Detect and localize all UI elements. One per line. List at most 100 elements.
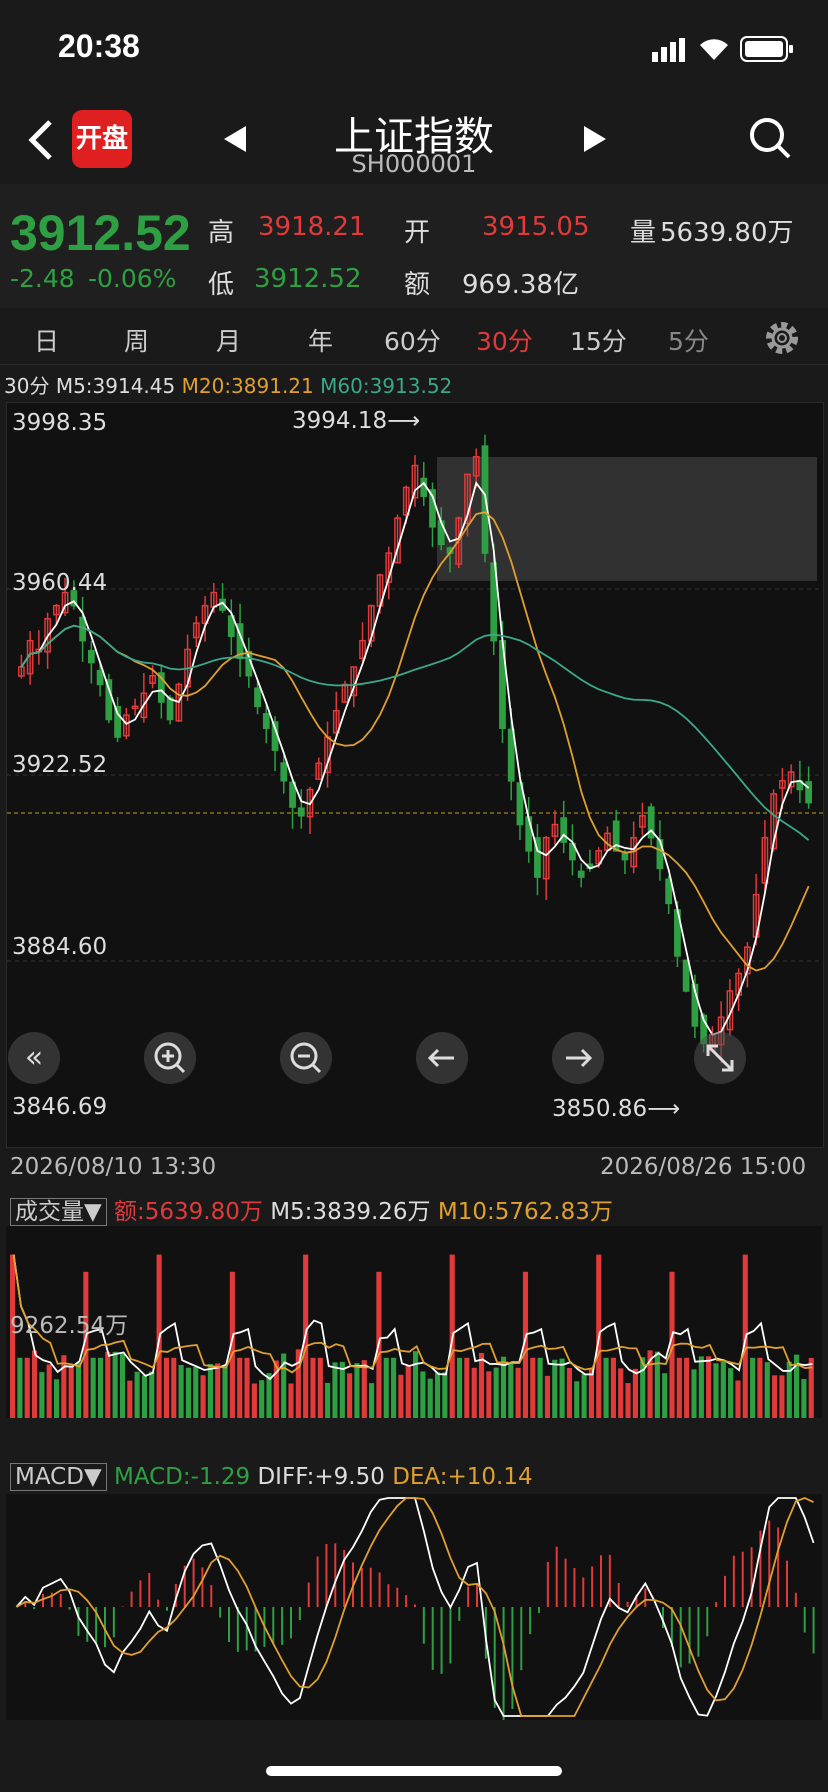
volume-bar bbox=[456, 1357, 463, 1418]
volume-bar bbox=[325, 1382, 331, 1418]
volume-bar bbox=[75, 1362, 82, 1418]
gear-icon[interactable] bbox=[762, 318, 802, 362]
volume-bar bbox=[163, 1357, 170, 1418]
volume-bar bbox=[698, 1356, 704, 1418]
signal-icon bbox=[652, 38, 688, 66]
volume-bar bbox=[427, 1378, 433, 1418]
tab-5min[interactable]: 5分 bbox=[668, 322, 709, 358]
candle-body bbox=[621, 853, 629, 861]
volume-bar bbox=[588, 1368, 594, 1418]
y-label-3: 3922.52 bbox=[12, 752, 108, 778]
volume-bar bbox=[171, 1357, 177, 1418]
low-label: 低 bbox=[208, 270, 235, 300]
battery-icon bbox=[740, 36, 794, 66]
volume-bar bbox=[127, 1380, 133, 1418]
volume-bar bbox=[420, 1371, 426, 1418]
candle-body bbox=[577, 870, 585, 878]
low-marker: 3850.86⟶ bbox=[552, 1096, 681, 1122]
volume-bar bbox=[398, 1374, 404, 1418]
volume-bar bbox=[566, 1368, 573, 1418]
candle-body bbox=[507, 728, 515, 782]
ma5-value: M5:3914.45 bbox=[55, 374, 176, 398]
volume-bar bbox=[508, 1362, 514, 1418]
candle-body bbox=[297, 807, 305, 817]
amount-value: 969.38亿 bbox=[462, 270, 579, 300]
volume-bar bbox=[552, 1359, 558, 1418]
date-start: 2026/08/10 13:30 bbox=[10, 1154, 217, 1180]
volume-bar bbox=[442, 1372, 448, 1418]
volume-bar bbox=[112, 1351, 118, 1418]
diff-value: DIFF:+9.50 bbox=[257, 1464, 385, 1490]
price-change: -2.48 bbox=[10, 264, 75, 293]
search-icon[interactable] bbox=[748, 116, 792, 164]
rewind-icon[interactable]: « bbox=[8, 1032, 60, 1084]
volume-bar bbox=[632, 1368, 638, 1418]
wifi-icon bbox=[698, 36, 730, 66]
volume-bar bbox=[537, 1357, 543, 1418]
volume-bar bbox=[310, 1357, 316, 1418]
tab-month[interactable]: 月 bbox=[216, 322, 241, 358]
macd-indicator-select[interactable]: MACD▼ bbox=[10, 1463, 107, 1491]
volume-bar bbox=[676, 1357, 682, 1418]
macd-legend: MACD▼ MACD:-1.29 DIFF:+9.50 DEA:+10.14 bbox=[10, 1463, 533, 1491]
macd-value: MACD:-1.29 bbox=[113, 1464, 251, 1490]
volume-bar bbox=[764, 1362, 770, 1418]
macd-chart[interactable] bbox=[6, 1494, 822, 1732]
volume-bar bbox=[317, 1357, 323, 1418]
arrow-left-icon[interactable] bbox=[416, 1032, 468, 1084]
high-label: 高 bbox=[208, 218, 235, 248]
volume-bar bbox=[288, 1383, 294, 1418]
volume-legend: 成交量▼ 额:5639.80万 M5:3839.26万 M10:5762.83万 bbox=[10, 1192, 613, 1226]
tab-week[interactable]: 周 bbox=[124, 322, 149, 358]
volume-bar bbox=[383, 1357, 389, 1418]
volume-bar bbox=[332, 1362, 338, 1418]
candle-body bbox=[96, 669, 104, 686]
volume-bar bbox=[46, 1364, 52, 1418]
volume-bar bbox=[413, 1351, 419, 1418]
low-value: 3912.52 bbox=[254, 264, 362, 294]
tab-year[interactable]: 年 bbox=[308, 322, 333, 358]
volume-bar bbox=[603, 1357, 609, 1418]
stock-code: SH000001 bbox=[351, 150, 477, 178]
fullscreen-icon[interactable] bbox=[694, 1032, 746, 1084]
ma-legend: 30分 M5:3914.45 M20:3891.21 M60:3913.52 bbox=[4, 370, 452, 399]
zoom-out-icon[interactable] bbox=[280, 1032, 332, 1084]
volume-bar bbox=[134, 1371, 140, 1418]
volume-bar bbox=[119, 1353, 126, 1418]
open-value: 3915.05 bbox=[482, 212, 590, 242]
volume-bar bbox=[391, 1357, 397, 1418]
volume-bar bbox=[259, 1380, 265, 1418]
y-label-2: 3960.44 bbox=[12, 570, 108, 596]
volume-bar bbox=[200, 1375, 206, 1418]
volume-bar bbox=[574, 1381, 580, 1418]
volume-bar bbox=[720, 1361, 726, 1418]
tab-60min[interactable]: 60分 bbox=[384, 322, 441, 358]
volume-bar bbox=[750, 1357, 756, 1418]
volume-bar bbox=[779, 1375, 785, 1418]
volume-bar bbox=[464, 1357, 470, 1418]
volume-bar bbox=[97, 1357, 104, 1418]
next-stock-icon[interactable] bbox=[582, 124, 608, 158]
volume-chart[interactable] bbox=[6, 1226, 822, 1418]
volume-bar bbox=[559, 1358, 565, 1418]
volume-indicator-select[interactable]: 成交量▼ bbox=[10, 1198, 107, 1226]
volume-bar bbox=[772, 1375, 778, 1418]
candle-body bbox=[166, 697, 174, 721]
volume-bar bbox=[369, 1383, 375, 1418]
volume-bar bbox=[354, 1363, 360, 1418]
volume-bar bbox=[222, 1366, 228, 1418]
volume-bar bbox=[530, 1357, 536, 1418]
y-label-top: 3998.35 bbox=[12, 410, 108, 436]
tab-15min[interactable]: 15分 bbox=[570, 322, 627, 358]
volume-bar bbox=[735, 1380, 741, 1418]
arrow-right-icon[interactable] bbox=[552, 1032, 604, 1084]
candle-body bbox=[262, 713, 270, 730]
high-value: 3918.21 bbox=[258, 212, 366, 242]
high-marker: 3994.18⟶ bbox=[292, 408, 421, 434]
volume-bar bbox=[361, 1360, 367, 1418]
tab-30min[interactable]: 30分 bbox=[476, 322, 533, 358]
tab-day[interactable]: 日 bbox=[34, 322, 59, 358]
volume-bar bbox=[90, 1357, 96, 1418]
zoom-in-icon[interactable] bbox=[144, 1032, 196, 1084]
volume-bar bbox=[141, 1375, 148, 1418]
